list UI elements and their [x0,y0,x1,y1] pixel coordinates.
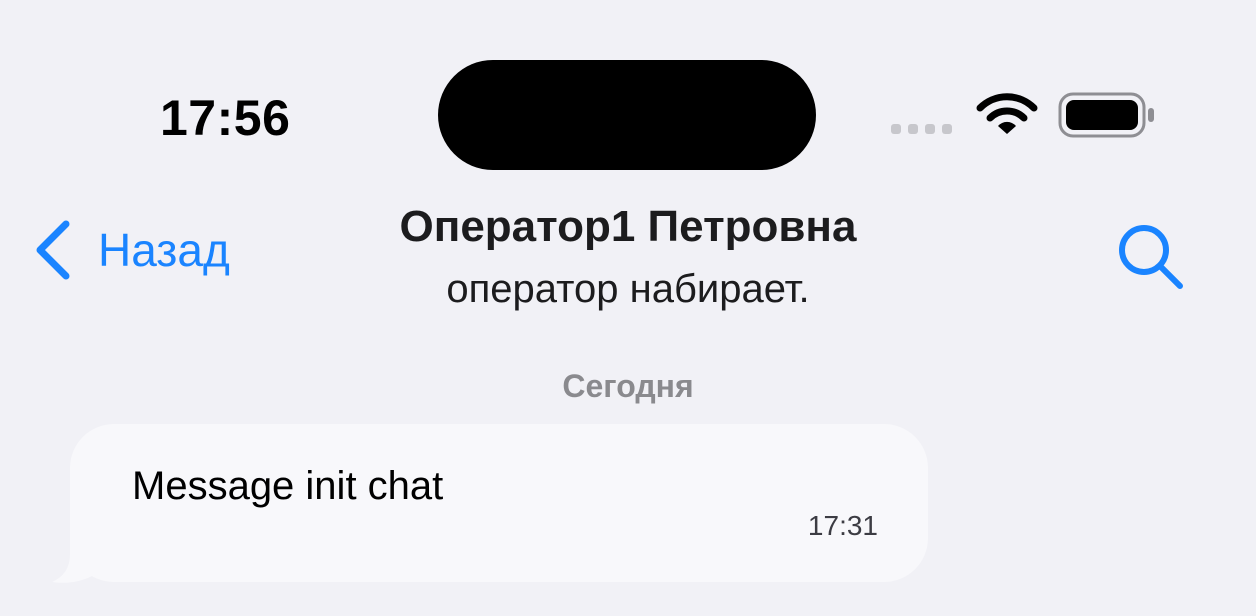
message-bubble[interactable]: Message init chat 17:31 [50,424,930,586]
back-button[interactable]: Назад [32,218,230,282]
battery-icon [1058,92,1154,138]
status-time: 17:56 [160,90,291,146]
chat-header: Оператор1 Петровна оператор набирает. [300,200,956,314]
search-icon[interactable] [1114,220,1190,290]
wifi-icon [976,93,1038,134]
status-bar: 17:56 [0,0,1256,180]
typing-status: оператор набирает. [446,267,810,311]
message-time: 17:31 [807,510,878,541]
cellular-signal-icon [891,124,952,134]
navigation-bar: Назад Оператор1 Петровна оператор набира… [0,190,1256,330]
message-text: Message init chat [132,464,444,508]
chevron-left-icon [36,220,70,280]
back-button-label: Назад [98,224,230,276]
chat-title: Оператор1 Петровна [399,202,857,251]
dynamic-island [438,60,816,170]
date-separator: Сегодня [562,368,694,404]
message-bubble-body: Message init chat 17:31 [70,424,928,582]
